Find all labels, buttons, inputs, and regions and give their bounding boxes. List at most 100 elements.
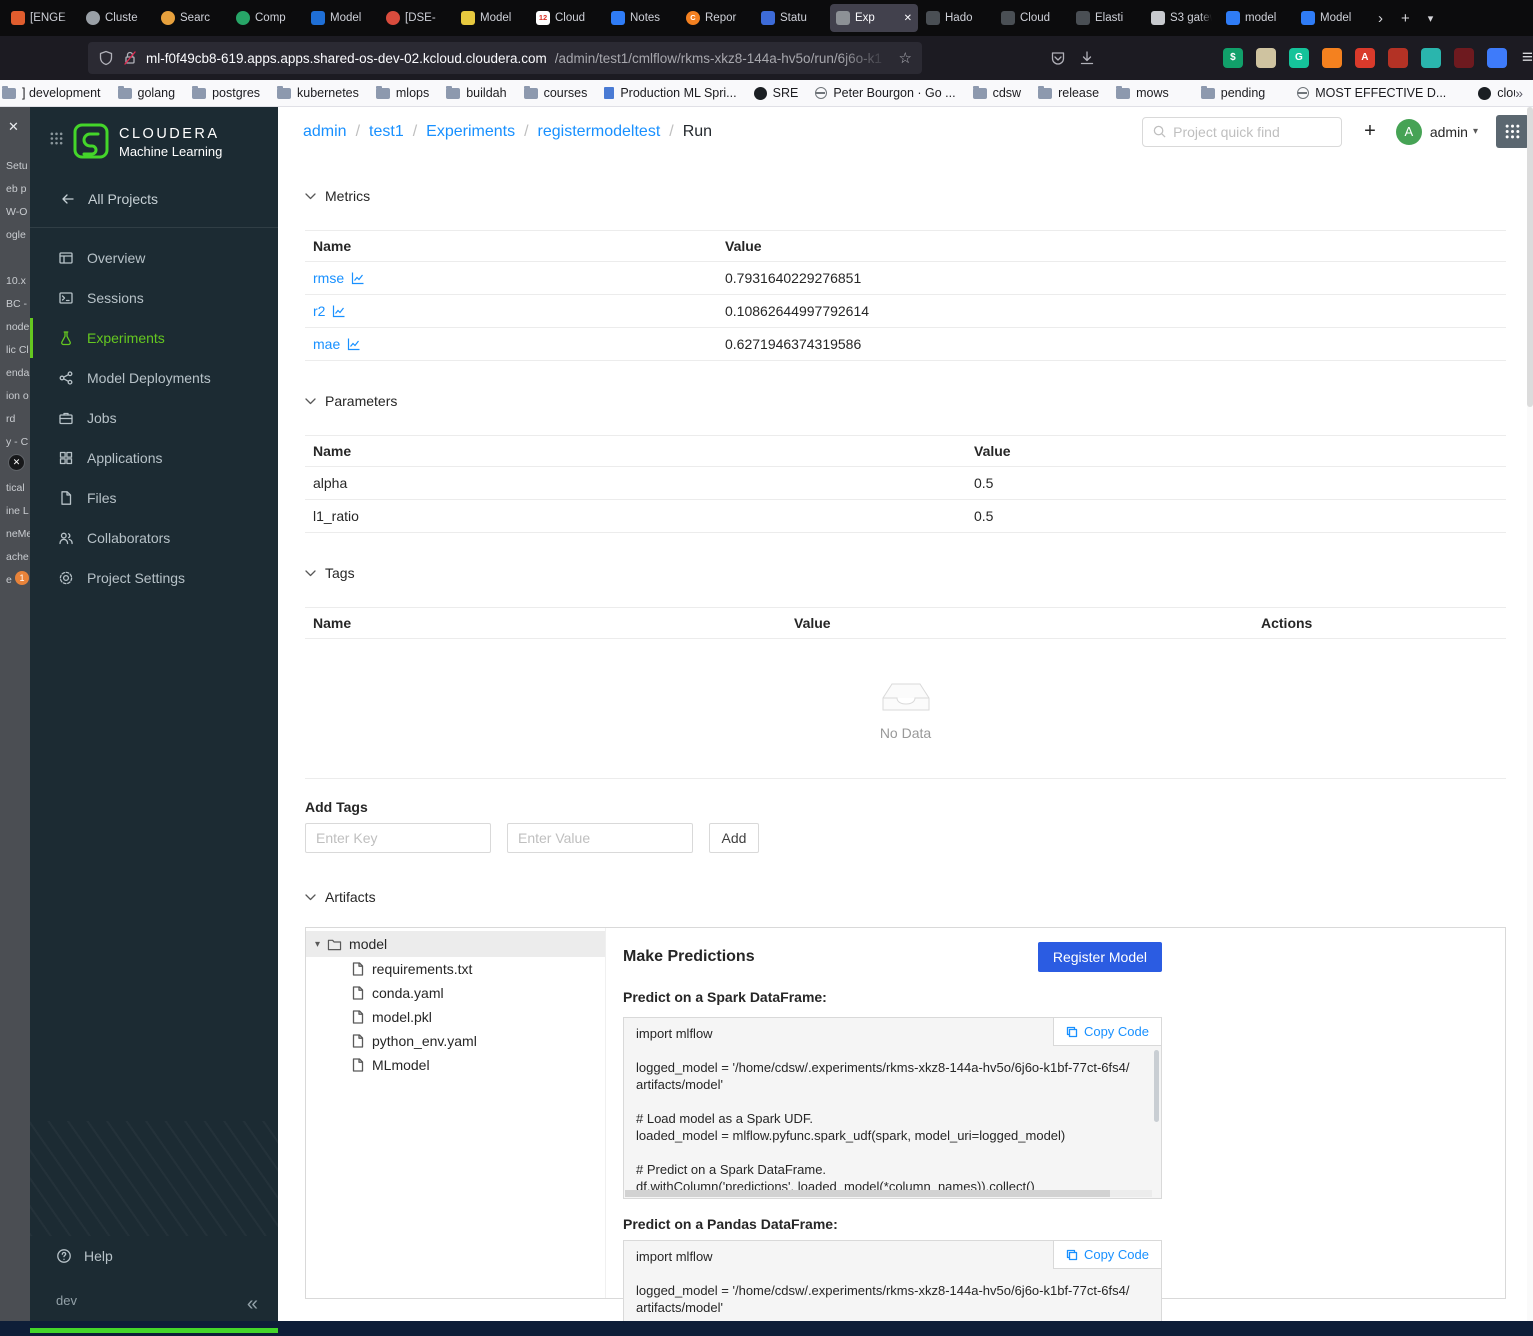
metric-link-mae[interactable]: mae bbox=[313, 336, 361, 352]
tab-close-icon[interactable]: ✕ bbox=[904, 13, 912, 24]
bookmark-item[interactable]: Production ML Spri... bbox=[604, 86, 737, 100]
browser-tab[interactable]: Cluste ✕ bbox=[80, 4, 153, 32]
artifacts-section-header[interactable]: Artifacts bbox=[305, 889, 1506, 905]
sidebar-item-applications[interactable]: Applications bbox=[30, 438, 278, 478]
tracking-protection-shield-icon[interactable] bbox=[98, 50, 114, 66]
extension-icon[interactable] bbox=[1255, 48, 1276, 68]
app-switcher-button[interactable] bbox=[1496, 115, 1529, 148]
tags-section-header[interactable]: Tags bbox=[305, 565, 1506, 581]
scrollbar-track[interactable] bbox=[625, 1190, 1152, 1197]
sidebar-item-project-settings[interactable]: Project Settings bbox=[30, 558, 278, 598]
browser-tab[interactable]: S3 gatew ✕ bbox=[1145, 4, 1218, 32]
copy-code-button[interactable]: Copy Code bbox=[1052, 1241, 1161, 1269]
bookmark-item[interactable]: MOST EFFECTIVE D... bbox=[1297, 86, 1446, 100]
breadcrumb-label[interactable]: admin bbox=[303, 123, 347, 141]
bookmark-item[interactable]: courses bbox=[523, 86, 587, 100]
bookmark-item[interactable]: pending bbox=[1200, 86, 1265, 100]
tag-key-input[interactable] bbox=[305, 823, 491, 853]
extension-icon[interactable] bbox=[1420, 48, 1441, 68]
user-menu[interactable]: admin bbox=[1430, 124, 1468, 140]
collapse-sidebar-icon[interactable]: « bbox=[247, 1293, 258, 1316]
tree-file[interactable]: MLmodel bbox=[306, 1053, 605, 1077]
metrics-section-header[interactable]: Metrics bbox=[305, 188, 1506, 204]
close-icon[interactable]: ✕ bbox=[8, 119, 19, 135]
bookmark-item[interactable]: release bbox=[1038, 86, 1099, 100]
browser-tab[interactable]: C Repor ✕ bbox=[680, 4, 753, 32]
bookmark-item[interactable]: Peter Bourgon · Go ... bbox=[815, 86, 956, 100]
browser-tab[interactable]: model ✕ bbox=[1220, 4, 1293, 32]
extension-icon[interactable]: G bbox=[1288, 48, 1309, 68]
avatar[interactable]: A bbox=[1395, 118, 1422, 145]
search-input[interactable] bbox=[1173, 123, 1332, 140]
browser-tab[interactable]: Cloud ✕ bbox=[995, 4, 1068, 32]
browser-tab[interactable]: Comp ✕ bbox=[230, 4, 303, 32]
browser-tab[interactable]: Exp ✕ bbox=[830, 4, 918, 32]
help-link[interactable]: Help bbox=[30, 1248, 113, 1264]
breadcrumb-item[interactable]: Run / bbox=[683, 123, 712, 141]
extension-icon[interactable] bbox=[1486, 48, 1507, 68]
browser-tab[interactable]: Elasti ✕ bbox=[1070, 4, 1143, 32]
sidebar-item-files[interactable]: Files bbox=[30, 478, 278, 518]
menu-icon[interactable]: ≡ bbox=[1522, 47, 1533, 69]
breadcrumb-item[interactable]: Experiments / bbox=[426, 123, 528, 141]
breadcrumb-label[interactable]: Experiments bbox=[426, 123, 515, 141]
bookmark-star-icon[interactable]: ☆ bbox=[898, 49, 911, 67]
all-projects-link[interactable]: All Projects bbox=[30, 187, 278, 211]
browser-tab[interactable]: Searc ✕ bbox=[155, 4, 228, 32]
tab-list-dropdown-icon[interactable]: ▾ bbox=[1428, 12, 1434, 25]
metric-link-rmse[interactable]: rmse bbox=[313, 270, 365, 286]
tree-caret-icon[interactable]: ▾ bbox=[315, 939, 320, 950]
project-quick-find[interactable] bbox=[1142, 116, 1343, 147]
breadcrumb-item[interactable]: admin / bbox=[303, 123, 360, 141]
sidebar-item-overview[interactable]: Overview bbox=[30, 238, 278, 278]
tree-file[interactable]: requirements.txt bbox=[306, 957, 605, 981]
copy-code-button[interactable]: Copy Code bbox=[1052, 1018, 1161, 1046]
extension-icon[interactable] bbox=[1453, 48, 1474, 68]
browser-tab[interactable]: Model ✕ bbox=[455, 4, 528, 32]
add-tag-button[interactable]: Add bbox=[709, 823, 759, 853]
bookmark-item[interactable]: cloudera-sense/pre... bbox=[1478, 86, 1515, 100]
browser-tab[interactable]: 12 Cloud ✕ bbox=[530, 4, 603, 32]
browser-tab[interactable]: Statu ✕ bbox=[755, 4, 828, 32]
extension-icon[interactable]: $ bbox=[1222, 48, 1243, 68]
insecure-lock-icon[interactable] bbox=[122, 50, 138, 66]
browser-tab[interactable]: [DSE- ✕ bbox=[380, 4, 453, 32]
bookmark-item[interactable]: cdsw bbox=[972, 86, 1021, 100]
page-scrollbar[interactable] bbox=[1527, 107, 1533, 1336]
breadcrumb-label[interactable]: test1 bbox=[369, 123, 404, 141]
bookmark-item[interactable]: kubernetes bbox=[277, 86, 359, 100]
breadcrumb-label[interactable]: registermodeltest bbox=[538, 123, 661, 141]
bookmark-item[interactable]: SRE bbox=[753, 86, 798, 100]
download-icon[interactable] bbox=[1079, 50, 1095, 66]
browser-tab[interactable]: [ENGE ✕ bbox=[5, 4, 78, 32]
browser-tab[interactable]: Hado ✕ bbox=[920, 4, 993, 32]
extension-icon[interactable] bbox=[1321, 48, 1342, 68]
bookmark-item[interactable]: mows bbox=[1116, 86, 1169, 100]
breadcrumb-item[interactable]: registermodeltest / bbox=[538, 123, 674, 141]
tree-file[interactable]: python_env.yaml bbox=[306, 1029, 605, 1053]
browser-tab[interactable]: Notes ✕ bbox=[605, 4, 678, 32]
metric-link-r2[interactable]: r2 bbox=[313, 303, 346, 319]
breadcrumb-label[interactable]: Run bbox=[683, 123, 712, 141]
scrollbar-thumb[interactable] bbox=[625, 1190, 1110, 1197]
bookmark-item[interactable]: mlops bbox=[375, 86, 429, 100]
bookmark-item[interactable]: buildah bbox=[446, 86, 507, 100]
chevron-down-icon[interactable]: ▾ bbox=[1473, 126, 1478, 137]
extension-icon[interactable]: A bbox=[1354, 48, 1375, 68]
url-bar[interactable]: ml-f0f49cb8-619.apps.apps.shared-os-dev-… bbox=[88, 42, 922, 74]
bookmarks-overflow-icon[interactable]: » bbox=[1515, 85, 1523, 101]
bookmark-item[interactable]: ] development bbox=[2, 86, 101, 100]
sidebar-item-experiments[interactable]: Experiments bbox=[30, 318, 278, 358]
sidebar-item-model-deployments[interactable]: Model Deployments bbox=[30, 358, 278, 398]
bookmark-item[interactable]: postgres bbox=[192, 86, 260, 100]
breadcrumb-item[interactable]: test1 / bbox=[369, 123, 417, 141]
sidebar-item-jobs[interactable]: Jobs bbox=[30, 398, 278, 438]
sidebar-item-sessions[interactable]: Sessions bbox=[30, 278, 278, 318]
tag-value-input[interactable] bbox=[507, 823, 693, 853]
new-tab-button[interactable]: + bbox=[1401, 10, 1410, 27]
tab-scroll-right-icon[interactable]: › bbox=[1378, 10, 1383, 27]
parameters-section-header[interactable]: Parameters bbox=[305, 393, 1506, 409]
scrollbar-thumb[interactable] bbox=[1527, 107, 1533, 407]
browser-tab[interactable]: Model ✕ bbox=[1295, 4, 1368, 32]
close-badge-icon[interactable]: ✕ bbox=[8, 454, 25, 471]
